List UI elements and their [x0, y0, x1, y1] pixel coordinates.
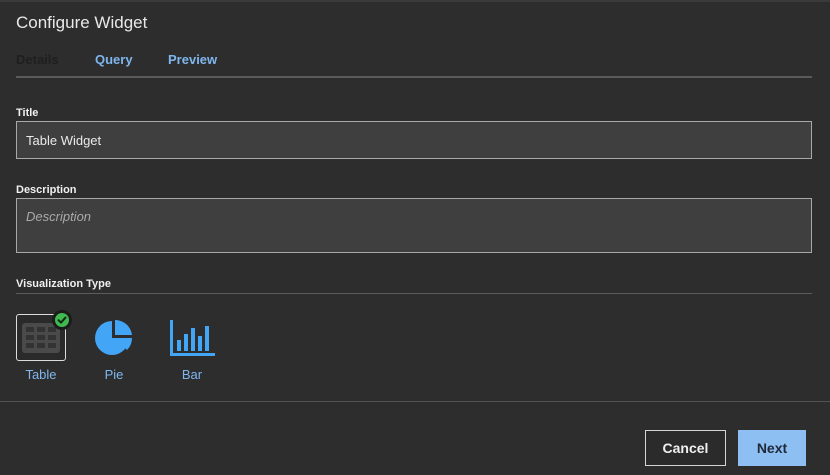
cancel-button[interactable]: Cancel — [645, 430, 726, 466]
next-button[interactable]: Next — [738, 430, 806, 466]
visualization-divider — [16, 293, 812, 294]
description-input[interactable] — [16, 198, 812, 253]
title-label: Title — [16, 107, 39, 119]
viz-option-table-label: Table — [25, 367, 57, 382]
pie-chart-icon — [95, 319, 132, 355]
viz-option-bar-label: Bar — [181, 367, 203, 382]
description-label: Description — [16, 184, 77, 196]
viz-option-pie-frame — [91, 314, 137, 361]
tab-query[interactable]: Query — [95, 52, 133, 67]
viz-option-bar-frame — [167, 314, 217, 361]
tab-bar: Details Query Preview — [16, 52, 812, 78]
viz-option-pie[interactable]: Pie — [91, 314, 137, 382]
viz-option-pie-label: Pie — [104, 367, 124, 382]
footer-divider — [0, 401, 830, 402]
visualization-type-label: Visualization Type — [16, 278, 111, 290]
bar-chart-icon — [170, 319, 215, 356]
tab-details[interactable]: Details — [16, 52, 59, 67]
dialog-title: Configure Widget — [16, 13, 148, 32]
window-top-border — [0, 0, 830, 2]
tab-preview[interactable]: Preview — [168, 52, 217, 67]
title-input[interactable] — [16, 121, 812, 159]
viz-option-bar[interactable]: Bar — [167, 314, 217, 382]
selected-check-icon — [52, 310, 72, 330]
